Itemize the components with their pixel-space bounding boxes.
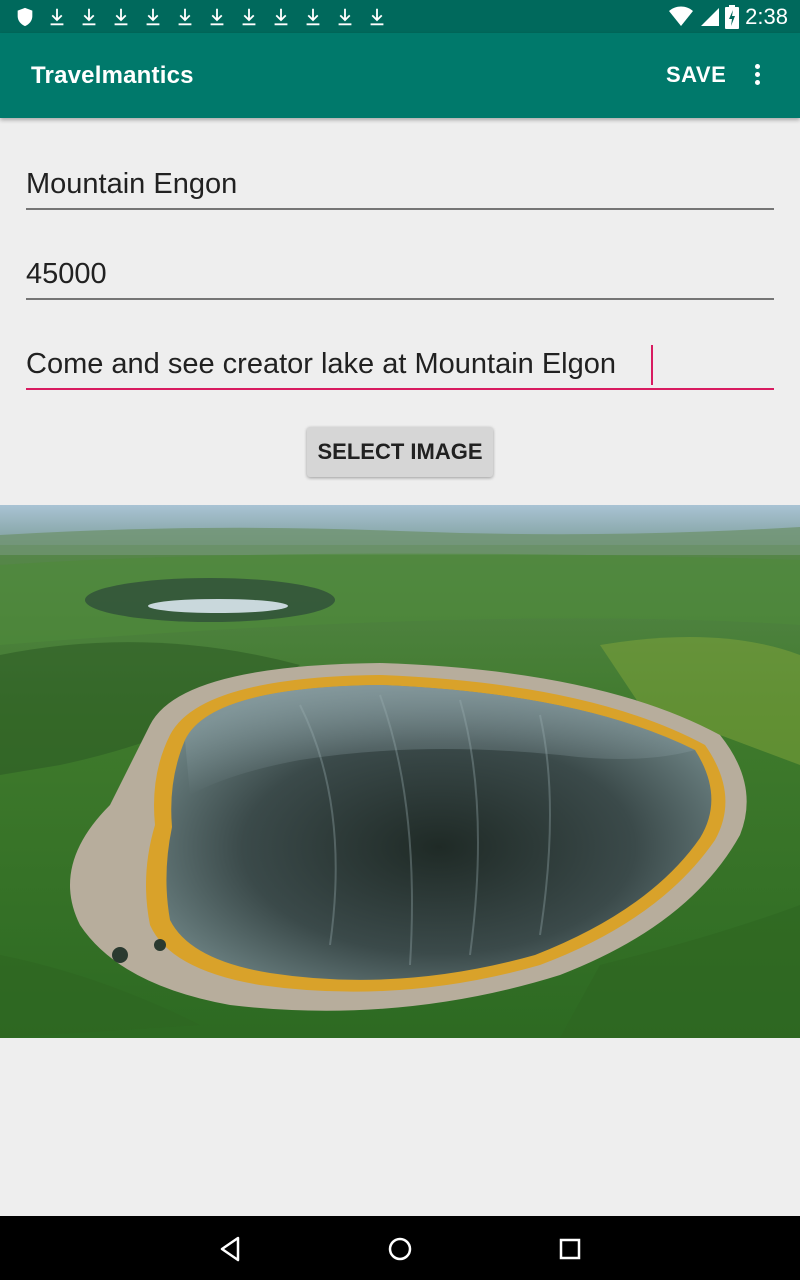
signal-icon bbox=[701, 7, 720, 26]
price-field-container bbox=[26, 254, 774, 300]
recents-icon[interactable] bbox=[555, 1234, 585, 1264]
save-button[interactable]: SAVE bbox=[666, 62, 726, 88]
price-input[interactable] bbox=[26, 254, 774, 294]
download-icon bbox=[178, 8, 192, 26]
home-icon[interactable] bbox=[385, 1234, 415, 1264]
download-icon bbox=[146, 8, 160, 26]
system-indicators: 2:38 bbox=[669, 0, 788, 33]
title-underline bbox=[26, 208, 774, 210]
price-underline bbox=[26, 298, 774, 300]
app-title: Travelmantics bbox=[31, 62, 194, 89]
download-icon bbox=[306, 8, 320, 26]
battery-icon bbox=[725, 4, 740, 29]
download-icon bbox=[210, 8, 224, 26]
app-bar: Travelmantics SAVE bbox=[0, 33, 800, 118]
notification-icons bbox=[14, 6, 388, 28]
download-icon bbox=[114, 8, 128, 26]
description-underline bbox=[26, 388, 774, 390]
download-icon bbox=[338, 8, 352, 26]
download-icon bbox=[50, 8, 64, 26]
status-bar: 2:38 bbox=[0, 0, 800, 33]
more-vert-icon[interactable] bbox=[744, 61, 770, 91]
text-cursor bbox=[651, 345, 653, 385]
wifi-icon bbox=[669, 6, 694, 26]
description-field-container bbox=[26, 344, 774, 390]
navigation-bar bbox=[0, 1216, 800, 1280]
back-icon[interactable] bbox=[216, 1234, 246, 1264]
shield-icon bbox=[17, 7, 33, 27]
title-input[interactable] bbox=[26, 164, 774, 204]
crater-lake-photo bbox=[0, 505, 800, 1038]
download-icon bbox=[274, 8, 288, 26]
description-input[interactable] bbox=[26, 344, 774, 384]
download-icon bbox=[82, 8, 96, 26]
download-icon bbox=[370, 8, 384, 26]
title-field-container bbox=[26, 164, 774, 210]
download-icon bbox=[242, 8, 256, 26]
select-image-button[interactable]: SELECT IMAGE bbox=[307, 427, 493, 477]
clock: 2:38 bbox=[745, 3, 788, 29]
